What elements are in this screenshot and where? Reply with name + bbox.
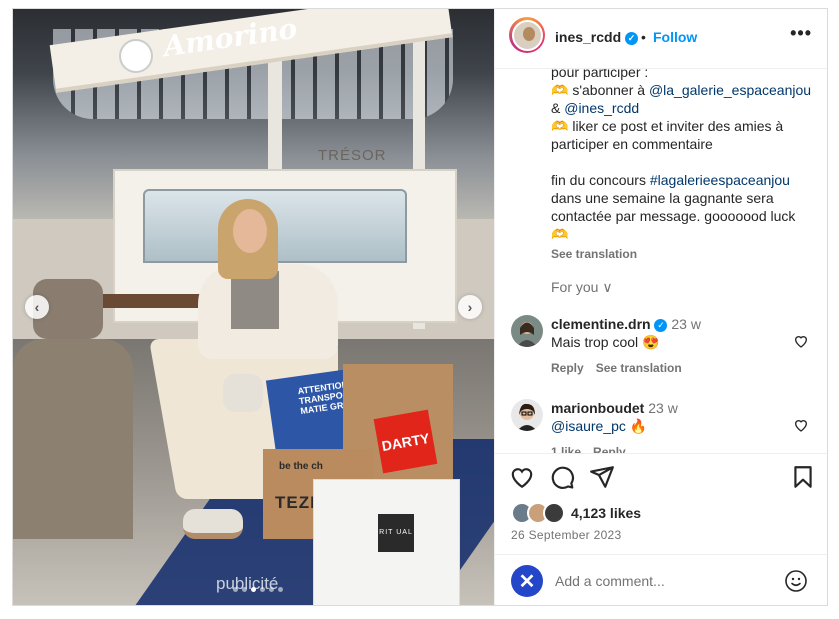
comment-time[interactable]: 23 w: [671, 316, 701, 332]
comment-username[interactable]: clementine.drn: [551, 316, 651, 332]
carousel-dot: [269, 587, 274, 592]
like-comment-heart-icon[interactable]: [793, 417, 809, 433]
carousel-dot: [242, 587, 247, 592]
person-face: [233, 209, 267, 253]
caption-line: dans une semaine la gagnante sera: [551, 190, 774, 206]
caption-line: participer en commentaire: [551, 136, 713, 152]
caption-line: fin du concours #lagalerieespaceanjou: [551, 171, 821, 189]
caption-line: 🫶 liker ce post et inviter des amies à: [551, 117, 821, 135]
amorino-logo-icon: [119, 39, 153, 73]
add-comment-bar: ✕ Add a comment...: [495, 554, 827, 605]
fire-emoji-icon: 🔥: [629, 418, 648, 434]
likes-row[interactable]: 4,123 likes: [511, 502, 641, 524]
carousel-next-button[interactable]: ›: [458, 295, 482, 319]
more-options-icon[interactable]: •••: [790, 23, 812, 44]
post-date[interactable]: 26 September 2023: [511, 528, 622, 542]
chevron-down-icon: ∨: [602, 279, 613, 295]
darty-logo: DARTY: [373, 409, 438, 474]
caption-line: & @ines_rcdd: [551, 99, 821, 117]
verified-badge-icon: ✓: [625, 31, 639, 45]
store-sign: TRÉSOR: [318, 147, 387, 164]
mention-link[interactable]: @la_galerie_espaceanjou: [649, 82, 811, 98]
comments-scroll[interactable]: pour participer : 🫶 s'abonner à @la_gale…: [495, 69, 827, 453]
post-header: ines_rcdd ✓ • Follow •••: [495, 9, 827, 69]
x-logo-icon: ✕: [518, 570, 536, 593]
hands-heart-icon: 🫶: [551, 226, 569, 242]
post-actions: 4,123 likes 26 September 2023 ✕ Add a co…: [495, 453, 827, 605]
caption-text: fin du concours: [551, 172, 650, 188]
post-image[interactable]: Amorino TRÉSOR ATTENTION TRANSPO DE MATI…: [13, 9, 494, 605]
person-top: [231, 271, 279, 329]
current-user-avatar: ✕: [511, 565, 543, 597]
see-translation-link[interactable]: See translation: [596, 361, 682, 375]
commenter-avatar[interactable]: [511, 399, 543, 431]
mention-link[interactable]: @isaure_pc: [551, 418, 626, 434]
save-bookmark-icon[interactable]: [790, 464, 816, 490]
caption-text: liker ce post et inviter des amies à: [568, 118, 784, 134]
caption-line: pour participer :: [551, 69, 649, 80]
comment-body: clementine.drn ✓ 23 w Mais trop cool 😍 R…: [551, 315, 791, 377]
avatar[interactable]: [509, 17, 545, 53]
carousel-dot: [278, 587, 283, 592]
hands-heart-icon: 🫶: [551, 82, 569, 98]
add-comment-input[interactable]: Add a comment...: [555, 573, 665, 589]
mention-link[interactable]: @ines_rcdd: [564, 100, 639, 116]
darty-logo-text: DARTY: [380, 429, 431, 454]
see-translation-link[interactable]: See translation: [551, 245, 821, 263]
reply-button[interactable]: Reply: [593, 445, 626, 453]
chevron-right-icon: ›: [467, 299, 473, 315]
comment-likes-link[interactable]: 1 like: [551, 445, 581, 453]
likes-count[interactable]: 4,123 likes: [571, 505, 641, 521]
heart-eyes-emoji-icon: 😍: [642, 334, 660, 350]
person-shoe: [223, 374, 263, 412]
username-text: ines_rcdd: [555, 29, 622, 45]
commenter-avatar[interactable]: [511, 315, 543, 347]
reply-button[interactable]: Reply: [551, 361, 584, 375]
for-you-label: For you: [551, 279, 599, 295]
ritual-logo: RIT UAL: [378, 514, 414, 552]
comment-time[interactable]: 23 w: [648, 400, 678, 416]
caption-text: s'abonner à: [568, 82, 649, 98]
person-shoe: [183, 509, 243, 539]
comment-body: marionboudet 23 w @isaure_pc 🔥 1 like Rep…: [551, 399, 791, 453]
liker-avatar: [543, 502, 565, 524]
post-frame: Amorino TRÉSOR ATTENTION TRANSPO DE MATI…: [12, 8, 828, 606]
caption-text: &: [551, 100, 565, 116]
carousel-prev-button[interactable]: ‹: [25, 295, 49, 319]
username[interactable]: ines_rcdd ✓: [555, 29, 639, 45]
hashtag-link[interactable]: #lagalerieespaceanjou: [650, 172, 790, 188]
follow-button[interactable]: Follow: [653, 29, 697, 45]
share-paper-plane-icon[interactable]: [589, 464, 615, 490]
chevron-left-icon: ‹: [34, 299, 40, 315]
carousel-dots: [233, 587, 283, 592]
avatar-image: [511, 19, 543, 51]
carousel-dot-active: [251, 587, 256, 592]
hands-heart-icon: 🫶: [551, 118, 569, 134]
bag-text: be the ch: [279, 461, 323, 472]
carousel-dot: [233, 587, 238, 592]
caption: pour participer : 🫶 s'abonner à @la_gale…: [551, 69, 821, 263]
comment-username[interactable]: marionboudet: [551, 400, 644, 416]
caption-line: 🫶 s'abonner à @la_galerie_espaceanjou: [551, 81, 821, 99]
comment-text: Mais trop cool: [551, 334, 639, 350]
for-you-toggle[interactable]: For you ∨: [551, 279, 613, 296]
post-details-panel: ines_rcdd ✓ • Follow ••• pour participer…: [494, 9, 827, 605]
verified-badge-icon: ✓: [654, 318, 668, 332]
comment-bubble-icon[interactable]: [549, 464, 575, 490]
like-heart-icon[interactable]: [509, 464, 535, 490]
caption-line: contactée par message. gooooood luck: [551, 208, 796, 224]
emoji-smiley-icon[interactable]: [784, 569, 808, 593]
separator: •: [641, 29, 646, 45]
like-comment-heart-icon[interactable]: [793, 333, 809, 349]
chair: [13, 339, 133, 539]
carousel-dot: [260, 587, 265, 592]
